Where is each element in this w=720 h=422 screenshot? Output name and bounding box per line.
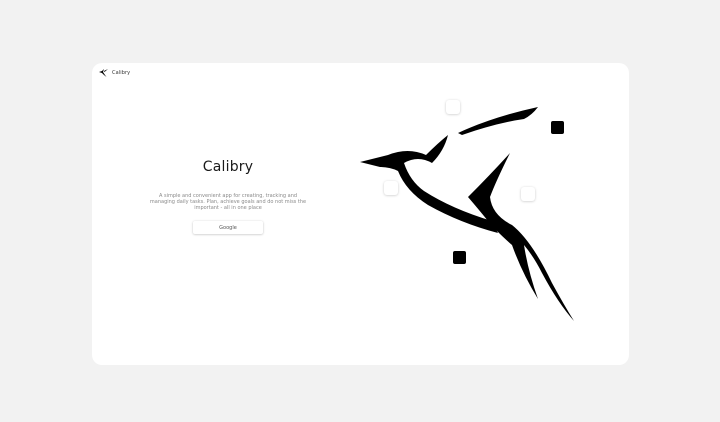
hero-section: Calibry A simple and convenient app for … <box>146 159 310 234</box>
login-card: Calibry Calibry A simple and convenient … <box>92 63 629 365</box>
decor-tile-black <box>453 251 466 264</box>
page-title: Calibry <box>202 159 254 175</box>
brand-name: Calibry <box>112 70 131 76</box>
decor-tile-white <box>384 181 398 195</box>
google-sign-in-button[interactable]: Google <box>193 221 263 234</box>
app-description: A simple and convenient app for creating… <box>149 193 307 211</box>
decor-tile-white <box>446 100 460 114</box>
swallow-icon <box>99 69 108 77</box>
brand-logo[interactable]: Calibry <box>98 68 130 78</box>
decor-tile-black <box>551 121 564 134</box>
swallow-icon <box>360 107 574 321</box>
decor-tile-white <box>521 187 535 201</box>
